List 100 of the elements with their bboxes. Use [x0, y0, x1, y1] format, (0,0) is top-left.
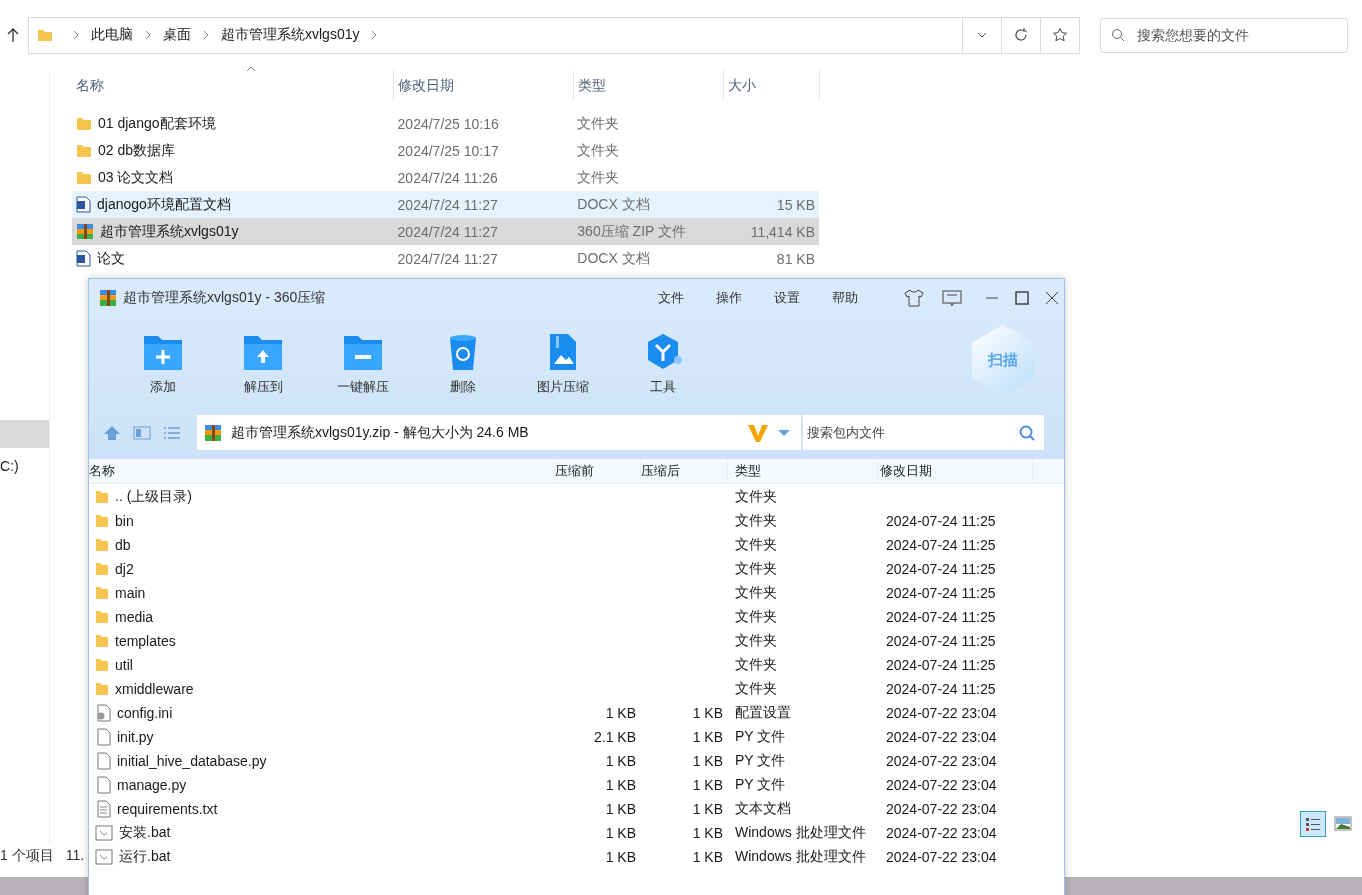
column-header[interactable]: 名称 — [89, 459, 555, 483]
menu-item[interactable]: 操作 — [716, 289, 742, 307]
file-date: 2024-07-24 11:25 — [885, 585, 997, 601]
path-text: 超市管理系统xvlgs01y.zip - 解包大小为 24.6 MB — [231, 423, 530, 442]
breadcrumb[interactable]: 桌面 — [163, 26, 191, 44]
archive-icon — [76, 223, 94, 240]
search-icon[interactable] — [1018, 423, 1036, 442]
toolbar-button[interactable]: 工具 — [613, 332, 713, 396]
path-field[interactable]: 超市管理系统xvlgs01y.zip - 解包大小为 24.6 MB — [197, 415, 801, 450]
toolbar-button[interactable]: 删除 — [413, 332, 513, 396]
file-name: 02 db数据库 — [98, 141, 176, 160]
size-before: 1 KB — [604, 825, 637, 841]
column-header[interactable]: 修改日期 — [878, 459, 1033, 483]
file-name: requirements.txt — [117, 801, 218, 817]
toolbar-label: 图片压缩 — [537, 378, 589, 396]
toolbar-button[interactable]: 解压到 — [213, 332, 313, 396]
file-name: media — [115, 609, 154, 625]
file-row[interactable]: 03 论文文档 2024/7/24 11:26 文件夹 — [72, 164, 819, 191]
file-name: .. (上级目录) — [115, 488, 192, 506]
file-type: DOCX 文档 — [576, 195, 651, 214]
file-type: 文件夹 — [734, 560, 778, 578]
menu-item[interactable]: 设置 — [774, 289, 800, 307]
file-date: 2024-07-24 11:25 — [885, 609, 997, 625]
v-logo-icon — [747, 422, 769, 443]
file-date: 2024-07-22 23:04 — [885, 705, 998, 721]
document-icon — [76, 196, 91, 213]
column-header[interactable]: 压缩前 — [555, 459, 641, 483]
file-row[interactable]: djanogo环境配置文档 2024/7/24 11:27 DOCX 文档 15 KB — [72, 191, 819, 218]
status-text: 11. — [65, 847, 85, 865]
window-title: 超市管理系统xvlgs01y - 360压缩 — [123, 289, 326, 307]
menu-item[interactable]: 文件 — [658, 289, 684, 307]
list-view-icon[interactable] — [163, 424, 181, 441]
folder-icon — [95, 538, 109, 552]
size-after: 1 KB — [691, 801, 724, 817]
toolbar-label: 工具 — [650, 378, 676, 396]
caret-icon — [977, 32, 987, 38]
archive-icon — [99, 289, 117, 307]
details-view-button[interactable] — [1300, 811, 1326, 837]
message-icon[interactable] — [942, 289, 962, 307]
star-icon — [1052, 27, 1068, 43]
file-name: 安装.bat — [119, 824, 171, 842]
file-name: main — [115, 585, 146, 601]
file-row[interactable]: 超市管理系统xvlgs01y 2024/7/24 11:27 360压缩 ZIP 文件 11,414 KB — [72, 218, 819, 245]
breadcrumb[interactable]: 超市管理系统xvlgs01y — [221, 26, 360, 44]
folder-icon — [76, 170, 92, 185]
document-icon — [76, 250, 91, 267]
size-after: 1 KB — [691, 825, 724, 841]
file-name: 运行.bat — [119, 848, 171, 866]
file-date: 2024/7/24 11:26 — [396, 169, 499, 186]
file-name: templates — [115, 633, 176, 649]
file-date: 2024-07-22 23:04 — [885, 777, 998, 793]
caret-icon[interactable] — [777, 428, 791, 437]
folder-icon — [95, 682, 109, 696]
size-before: 2.1 KB — [592, 729, 637, 745]
document-icon — [95, 752, 111, 770]
up-arrow-icon[interactable] — [6, 27, 20, 43]
column-header[interactable]: 类型 — [728, 459, 878, 483]
folder-icon — [76, 143, 92, 158]
breadcrumb[interactable]: 此电脑 — [91, 26, 133, 44]
file-name: dj2 — [115, 561, 134, 577]
file-date: 2024/7/24 11:27 — [396, 196, 499, 213]
menu-item[interactable]: 帮助 — [832, 289, 858, 307]
file-type: 文本文档 — [734, 800, 792, 818]
document-icon — [95, 728, 111, 746]
column-header[interactable]: 修改日期 — [394, 70, 574, 100]
close-icon[interactable] — [1044, 290, 1060, 306]
file-name: 超市管理系统xvlgs01y — [100, 222, 239, 241]
file-type: 文件夹 — [734, 632, 778, 650]
search-field[interactable]: 搜索包内文件 — [803, 415, 1044, 450]
sidebar-item[interactable]: C:) — [0, 452, 49, 480]
size-after: 1 KB — [691, 849, 724, 865]
file-type: 文件夹 — [576, 141, 621, 160]
size-before: 1 KB — [604, 801, 637, 817]
file-row[interactable]: 论文 2024/7/24 11:27 DOCX 文档 81 KB — [72, 245, 819, 272]
toolbar-label: 删除 — [450, 378, 476, 396]
file-date: 2024-07-22 23:04 — [885, 825, 998, 841]
refresh-icon — [1013, 27, 1029, 43]
toolbar-button[interactable]: 一键解压 — [313, 332, 413, 396]
column-header[interactable]: 大小 — [724, 70, 820, 100]
search-field[interactable]: 搜索您想要的文件 — [1100, 17, 1348, 53]
file-row[interactable]: 02 db数据库 2024/7/25 10:17 文件夹 — [72, 137, 819, 164]
address-bar[interactable]: 此电脑 桌面 超市管理系统xvlgs01y — [28, 16, 1080, 54]
column-header[interactable]: 类型 — [574, 70, 724, 100]
toolbar-button[interactable]: 图片压缩 — [513, 332, 613, 396]
folder-icon — [37, 27, 53, 43]
sort-caret-icon — [246, 66, 256, 72]
batch-file-icon — [95, 849, 113, 865]
column-header[interactable]: 名称 — [72, 70, 394, 100]
file-row[interactable]: 01 django配套环境 2024/7/25 10:16 文件夹 — [72, 110, 819, 137]
file-name: bin — [115, 513, 134, 529]
file-date: 2024-07-24 11:25 — [885, 561, 997, 577]
maximize-icon[interactable] — [1014, 290, 1030, 306]
folder-icon — [95, 634, 109, 648]
column-header[interactable]: 压缩后 — [641, 459, 728, 483]
panel-view-icon[interactable] — [133, 424, 151, 441]
file-type: 360压缩 ZIP 文件 — [576, 222, 687, 241]
toolbar-button[interactable]: 添加 — [113, 332, 213, 396]
file-name: util — [115, 657, 133, 673]
file-date: 2024/7/24 11:27 — [396, 223, 499, 240]
shirt-icon[interactable] — [904, 289, 924, 307]
